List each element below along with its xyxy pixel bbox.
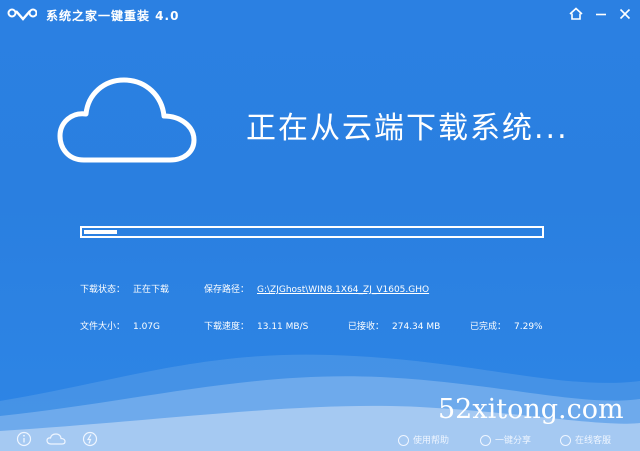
site-watermark: 52xitong.com (438, 394, 624, 425)
share-label: 一键分享 (495, 436, 532, 446)
percent-complete: 已完成： 7.29% (470, 319, 543, 332)
received-amount: 已接收： 274.34 MB (348, 319, 440, 332)
save-path: 保存路径： G:\ZJGhost\WIN8.1X64_ZJ_V1605.GHO (204, 282, 429, 295)
support-link[interactable]: 在线客服 (560, 433, 611, 446)
file-size: 文件大小： 1.07G (80, 319, 160, 332)
download-heading: 正在从云端下载系统... (246, 111, 569, 146)
cloud-icon-large (57, 77, 197, 163)
state-label: 下载状态： (80, 285, 126, 295)
speed-value: 13.11 MB/S (257, 322, 309, 332)
home-icon (569, 7, 583, 20)
size-label: 文件大小： (80, 322, 126, 332)
installer-window: 系统之家一键重装 4.0 正在从云端下载系统... 下载状态： 正在下载 保存路… (0, 0, 640, 451)
logo-icon (7, 8, 37, 21)
help-icon (398, 435, 409, 446)
cloud-lightning-button[interactable] (82, 431, 98, 447)
support-label: 在线客服 (575, 436, 612, 446)
cloud-icon (46, 433, 66, 445)
received-value: 274.34 MB (392, 322, 441, 332)
cloud-button[interactable] (46, 431, 66, 447)
help-link[interactable]: 使用帮助 (398, 433, 449, 446)
footer-bar: 使用帮助 一键分享 在线客服 (0, 426, 640, 451)
done-label: 已完成： (470, 322, 507, 332)
speed-label: 下载速度： (204, 322, 250, 332)
state-value: 正在下载 (133, 285, 170, 295)
title-bar: 系统之家一键重装 4.0 (0, 0, 640, 30)
share-link[interactable]: 一键分享 (480, 433, 531, 446)
minimize-button[interactable] (592, 5, 610, 23)
size-value: 1.07G (133, 322, 161, 332)
download-speed: 下载速度： 13.11 MB/S (204, 319, 308, 332)
received-label: 已接收： (348, 322, 385, 332)
info-icon (16, 431, 32, 447)
cloud-lightning-icon (82, 431, 98, 447)
path-label: 保存路径： (204, 285, 250, 295)
progress-fill (84, 230, 118, 234)
support-icon (560, 435, 571, 446)
path-link[interactable]: G:\ZJGhost\WIN8.1X64_ZJ_V1605.GHO (257, 285, 429, 295)
help-label: 使用帮助 (413, 436, 450, 446)
download-state: 下载状态： 正在下载 (80, 282, 169, 295)
home-button[interactable] (567, 5, 585, 23)
app-title: 系统之家一键重装 4.0 (46, 9, 180, 23)
close-button[interactable] (616, 5, 634, 23)
download-progress-bar (80, 226, 544, 238)
close-icon (619, 8, 631, 20)
minimize-icon (596, 13, 606, 16)
share-icon (480, 435, 491, 446)
info-button[interactable] (16, 431, 32, 447)
done-value: 7.29% (514, 322, 543, 332)
